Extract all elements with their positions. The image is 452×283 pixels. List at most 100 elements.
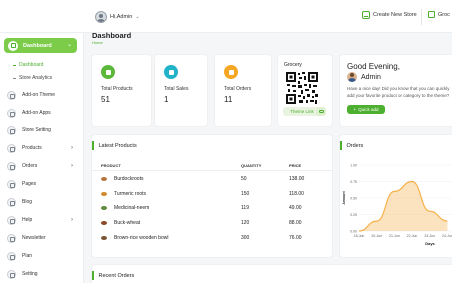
stat-card-total-products: Total Products 51 xyxy=(91,54,152,127)
breadcrumb[interactable]: Home xyxy=(92,40,103,45)
pages-icon xyxy=(7,179,16,189)
product-thumbnail xyxy=(101,206,107,210)
sidebar-item-dashboard[interactable]: Dashboard ⌄ xyxy=(4,38,77,53)
sidebar-item-orders[interactable]: Orders › xyxy=(4,160,80,172)
product-price: 118.00 xyxy=(289,191,304,197)
sales-icon xyxy=(164,65,178,79)
x-tick-label: 18-Jun xyxy=(354,234,365,238)
sidebar-item-label: Newsletter xyxy=(22,235,46,241)
section-header: Recent Orders xyxy=(92,271,134,280)
greeting-message: Have a nice day! Did you know that you c… xyxy=(347,86,450,98)
product-thumbnail xyxy=(101,177,107,181)
sidebar-subitem-store-analytics[interactable]: Store Analytics xyxy=(13,75,52,81)
latest-products-card: Latest Products PRODUCT QUANTITY PRICE B… xyxy=(91,134,333,258)
sidebar-item-label: Add-on Apps xyxy=(22,110,51,116)
product-name: Brown-rice wooden bowl xyxy=(114,235,169,241)
y-tick-label: 0.50 xyxy=(350,197,357,201)
x-tick-label: 20-Jun xyxy=(371,234,382,238)
product-quantity: 150 xyxy=(241,191,250,197)
sidebar-item-label: Help xyxy=(22,217,33,223)
product-price: 49.00 xyxy=(289,205,302,211)
sidebar-item-store-setting[interactable]: Store Setting xyxy=(4,124,80,136)
avatar xyxy=(347,72,357,82)
create-store-button[interactable]: Create New Store xyxy=(362,11,417,19)
gear-icon xyxy=(7,269,16,279)
sidebar: Dashboard ⌄ Dashboard Store Analytics Ad… xyxy=(0,33,84,283)
product-thumbnail xyxy=(101,192,107,196)
x-tick-label: 22-Jun xyxy=(407,234,418,238)
greeting-name: Admin xyxy=(361,73,381,81)
chevron-down-icon: ⌄ xyxy=(66,42,72,48)
x-tick-label: 21-Jun xyxy=(389,234,400,238)
stat-value: 1 xyxy=(164,95,169,104)
store-switcher[interactable]: Groc xyxy=(428,11,450,18)
product-thumbnail xyxy=(101,236,107,240)
greeting-card: Good Evening, Admin Have a nice day! Did… xyxy=(339,54,452,127)
orders-chart-card: Orders 0.00 0.25 0.50 0.75 1.00 18-Jun 20-Jun 2… xyxy=(339,134,452,258)
sidebar-item-newsletter[interactable]: Newsletter xyxy=(4,232,80,244)
top-bar: Hi,Admin ⌄ Create New Store Groc xyxy=(0,0,452,33)
x-tick-label: 23-Jun xyxy=(424,234,435,238)
greeting-title: Good Evening, xyxy=(347,62,400,71)
newsletter-icon xyxy=(7,233,16,243)
sidebar-item-help[interactable]: Help › xyxy=(4,214,80,226)
sidebar-item-plan[interactable]: Plan xyxy=(4,250,80,262)
sidebar-item-add-on-apps[interactable]: Add-on Apps xyxy=(4,107,80,119)
sidebar-subitem-dashboard[interactable]: Dashboard xyxy=(13,62,43,68)
product-price: 138.00 xyxy=(289,176,305,182)
sidebar-item-blog[interactable]: Blog xyxy=(4,196,80,208)
chevron-right-icon: › xyxy=(71,163,73,169)
sidebar-item-label: Store Setting xyxy=(22,127,51,133)
plan-icon xyxy=(7,251,16,261)
quick-add-button[interactable]: + Quick add xyxy=(347,105,385,114)
qr-card: Grocery Theme Link xyxy=(277,54,333,127)
stat-label: Total Orders xyxy=(224,86,252,92)
apps-icon xyxy=(7,108,16,118)
product-name: Medicinal-neem xyxy=(114,205,150,211)
store-label: Groc xyxy=(438,11,450,18)
orders-icon xyxy=(224,65,238,79)
stat-label: Total Sales xyxy=(164,86,189,92)
page-title: Dashboard xyxy=(92,31,132,40)
product-price: 76.00 xyxy=(289,235,302,241)
help-icon xyxy=(7,215,16,225)
divider xyxy=(92,170,332,171)
avatar xyxy=(95,11,107,23)
greeting-user: Admin xyxy=(347,72,381,82)
orders-area xyxy=(359,181,448,231)
store-icon xyxy=(362,11,370,19)
stat-card-total-orders: Total Orders 11 xyxy=(214,54,272,127)
sidebar-item-add-on-theme[interactable]: Add-on Theme xyxy=(4,89,80,101)
stat-value: 51 xyxy=(101,95,110,104)
x-axis-label: Days xyxy=(425,241,435,246)
user-menu[interactable]: Hi,Admin ⌄ xyxy=(95,10,140,24)
link-icon[interactable] xyxy=(316,107,326,116)
dashboard-icon xyxy=(8,40,18,51)
quick-add-label: Quick add xyxy=(358,107,379,112)
y-tick-label: 1.00 xyxy=(350,164,357,168)
product-price: 88.00 xyxy=(289,220,302,226)
sidebar-item-products[interactable]: Products › xyxy=(4,142,80,154)
column-header-quantity: QUANTITY xyxy=(241,163,262,168)
column-header-price: PRICE xyxy=(289,163,302,168)
sidebar-item-label: Add-on Theme xyxy=(22,92,55,98)
section-title: Latest Products xyxy=(98,142,137,149)
y-tick-label: 0.75 xyxy=(350,180,357,184)
product-quantity: 50 xyxy=(241,176,247,182)
y-tick-label: 0.25 xyxy=(350,213,357,217)
chevron-right-icon: › xyxy=(71,217,73,223)
divider xyxy=(421,9,422,25)
product-thumbnail xyxy=(101,221,107,225)
sidebar-subitem-label: Dashboard xyxy=(19,62,44,68)
sidebar-subitem-label: Store Analytics xyxy=(19,75,53,81)
sidebar-item-label: Setting xyxy=(22,271,38,277)
sidebar-item-setting[interactable]: Setting xyxy=(4,268,80,280)
user-name: Hi,Admin xyxy=(110,14,133,20)
sidebar-item-pages[interactable]: Pages xyxy=(4,178,80,190)
product-quantity: 119 xyxy=(241,205,249,211)
products-icon xyxy=(101,65,115,79)
recent-orders-card: Recent Orders xyxy=(91,264,452,283)
store-icon xyxy=(428,11,435,18)
sidebar-item-label: Orders xyxy=(22,163,38,169)
sidebar-item-label: Products xyxy=(22,145,42,151)
